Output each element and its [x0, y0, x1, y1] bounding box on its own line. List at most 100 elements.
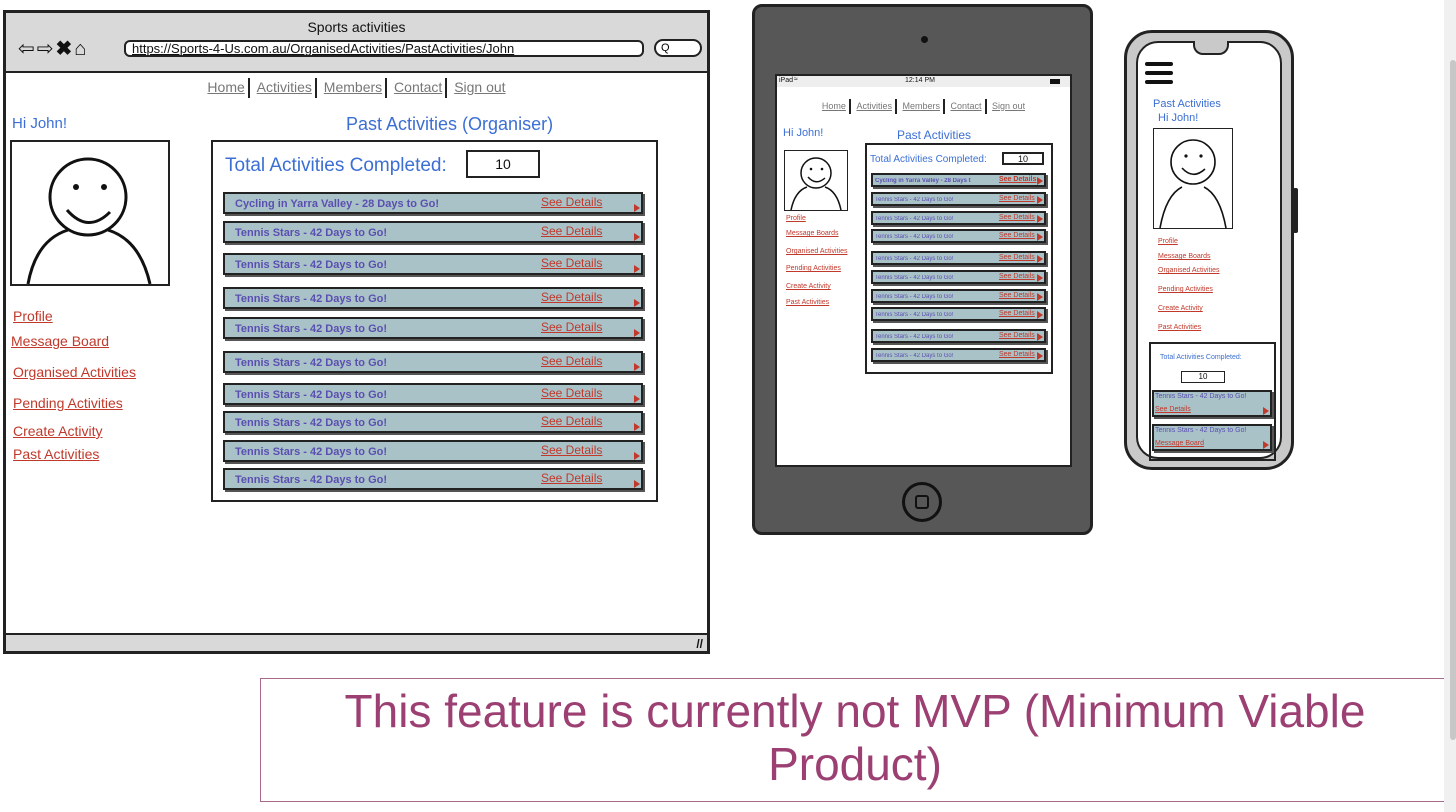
see-details-link[interactable]: See Details	[1155, 406, 1191, 413]
see-details-link[interactable]: See Details	[999, 310, 1035, 317]
list-item[interactable]: Tennis Stars - 42 Days to Go! See Details	[223, 383, 643, 405]
list-item[interactable]: Tennis Stars - 42 Days to Go! Message Boa…	[1152, 424, 1272, 451]
desktop-browser-mockup: Sports activities ⇦⇨✖⌂ https://Sports-4-…	[3, 10, 710, 654]
arrow-icon	[1037, 293, 1043, 301]
phone-notch	[1193, 41, 1229, 55]
nav-home[interactable]: Home	[822, 101, 846, 111]
list-item[interactable]: Tennis Stars - 42 Days to Go! See Details	[223, 221, 643, 243]
list-item[interactable]: Tennis Stars - 42 Days to Go! See Details	[871, 251, 1046, 265]
home-button-icon[interactable]	[902, 482, 942, 522]
activity-name: Tennis Stars - 42 Days to Go!	[875, 197, 954, 203]
nav-activities[interactable]: Activities	[257, 79, 312, 95]
list-item[interactable]: Tennis Stars - 42 Days to Go! See Details	[871, 329, 1046, 343]
forward-arrow-icon[interactable]: ⇨	[37, 38, 56, 60]
message-board-link[interactable]: Message Board	[1155, 440, 1204, 447]
sidebar-item-create-activity[interactable]: Create Activity	[13, 423, 102, 439]
see-details-link[interactable]: See Details	[999, 214, 1035, 221]
activity-name: Tennis Stars - 42 Days to Go!	[235, 323, 388, 335]
sidebar-item-past-activities[interactable]: Past Activities	[1158, 324, 1201, 331]
total-activities-label: Total Activities Completed:	[225, 155, 447, 176]
nav-members[interactable]: Members	[324, 79, 382, 95]
list-item[interactable]: Tennis Stars - 42 Days to Go! See Details	[223, 317, 643, 339]
sidebar-item-profile[interactable]: Profile	[13, 308, 53, 324]
see-details-link[interactable]: See Details	[999, 332, 1035, 339]
sidebar-item-pending-activities[interactable]: Pending Activities	[13, 395, 123, 411]
list-item[interactable]: Tennis Stars - 42 Days to Go! See Details	[223, 351, 643, 373]
nav-home[interactable]: Home	[207, 79, 244, 95]
list-item[interactable]: Tennis Stars - 42 Days to Go! See Details	[223, 253, 643, 275]
list-item[interactable]: Tennis Stars - 42 Days to Go! See Details	[223, 411, 643, 433]
sidebar-item-message-boards[interactable]: Message Boards	[1158, 253, 1211, 260]
sidebar-item-past-activities[interactable]: Past Activities	[786, 299, 829, 306]
home-icon[interactable]: ⌂	[74, 38, 88, 60]
nav-activities[interactable]: Activities	[856, 101, 892, 111]
list-item[interactable]: Tennis Stars - 42 Days to Go! See Details	[871, 270, 1046, 284]
arrow-icon	[1263, 407, 1269, 415]
hamburger-menu-icon[interactable]	[1145, 62, 1173, 89]
see-details-link[interactable]: See Details	[999, 195, 1035, 202]
total-activities-count: 10	[466, 150, 540, 178]
see-details-link[interactable]: See Details	[999, 292, 1035, 299]
see-details-link[interactable]: See Details	[541, 414, 602, 428]
search-icon[interactable]: Q	[654, 39, 702, 57]
see-details-link[interactable]: See Details	[999, 176, 1036, 183]
browser-status-bar: //	[6, 633, 707, 651]
sidebar-item-message-board[interactable]: Message Board	[11, 333, 109, 349]
nav-contact[interactable]: Contact	[951, 101, 982, 111]
see-details-link[interactable]: See Details	[541, 320, 602, 334]
see-details-link[interactable]: See Details	[999, 254, 1035, 261]
list-item[interactable]: Tennis Stars - 42 Days to Go! See Details	[871, 348, 1046, 362]
see-details-link[interactable]: See Details	[541, 256, 602, 270]
nav-sign-out[interactable]: Sign out	[454, 79, 505, 95]
see-details-link[interactable]: See Details	[541, 195, 602, 209]
arrow-icon	[634, 452, 640, 460]
arrow-icon	[1037, 215, 1043, 223]
list-item[interactable]: Tennis Stars - 42 Days to Go! See Details	[871, 307, 1046, 321]
sidebar-item-profile[interactable]: Profile	[786, 215, 806, 222]
nav-sign-out[interactable]: Sign out	[992, 101, 1025, 111]
list-item[interactable]: Tennis Stars - 42 Days to Go! See Details	[871, 211, 1046, 225]
list-item[interactable]: Tennis Stars - 42 Days to Go! See Details	[871, 229, 1046, 243]
see-details-link[interactable]: See Details	[541, 443, 602, 457]
see-details-link[interactable]: See Details	[541, 290, 602, 304]
sidebar-item-create-activity[interactable]: Create Activity	[786, 283, 831, 290]
back-arrow-icon[interactable]: ⇦	[18, 38, 37, 60]
see-details-link[interactable]: See Details	[541, 224, 602, 238]
list-item[interactable]: Tennis Stars - 42 Days to Go! See Details	[871, 289, 1046, 303]
arrow-icon	[1037, 311, 1043, 319]
sidebar-item-message-boards[interactable]: Message Boards	[786, 230, 839, 237]
nav-contact[interactable]: Contact	[394, 79, 442, 95]
activity-name: Tennis Stars - 42 Days to Go!	[235, 389, 388, 401]
list-item[interactable]: Tennis Stars - 42 Days to Go! See Details	[223, 440, 643, 462]
see-details-link[interactable]: See Details	[541, 386, 602, 400]
close-icon[interactable]: ✖	[56, 38, 75, 60]
sidebar-item-pending-activities[interactable]: Pending Activities	[786, 265, 841, 272]
sidebar-item-pending-activities[interactable]: Pending Activities	[1158, 286, 1213, 293]
nav-members[interactable]: Members	[902, 101, 940, 111]
list-item[interactable]: Tennis Stars - 42 Days to Go! See Details	[871, 192, 1046, 206]
url-bar[interactable]: https://Sports-4-Us.com.au/OrganisedActi…	[124, 40, 644, 57]
phone-side-button	[1293, 188, 1298, 233]
sidebar-item-organised-activities[interactable]: Organised Activities	[1158, 267, 1219, 274]
arrow-icon	[634, 204, 640, 212]
scrollbar-thumb[interactable]	[1450, 60, 1456, 740]
see-details-link[interactable]: See Details	[999, 351, 1035, 358]
list-item[interactable]: Tennis Stars - 42 Days to Go! See Details	[1152, 390, 1272, 417]
browser-nav-icons: ⇦⇨✖⌂	[18, 36, 88, 61]
list-item[interactable]: Tennis Stars - 42 Days to Go! See Details	[223, 468, 643, 490]
list-item[interactable]: Cycling in Yarra Valley - 28 Days t See D…	[871, 173, 1046, 187]
sidebar-item-create-activity[interactable]: Create Activity	[1158, 305, 1203, 312]
total-activities-count: 10	[1002, 152, 1044, 165]
resize-grip-icon[interactable]: //	[696, 637, 703, 651]
see-details-link[interactable]: See Details	[541, 471, 602, 485]
sidebar-item-organised-activities[interactable]: Organised Activities	[786, 248, 847, 255]
see-details-link[interactable]: See Details	[999, 273, 1035, 280]
sidebar-item-profile[interactable]: Profile	[1158, 238, 1178, 245]
list-item[interactable]: Cycling in Yarra Valley - 28 Days to Go!…	[223, 192, 643, 214]
activity-name: Cycling in Yarra Valley - 28 Days to Go!	[235, 198, 439, 210]
list-item[interactable]: Tennis Stars - 42 Days to Go! See Details	[223, 287, 643, 309]
see-details-link[interactable]: See Details	[999, 232, 1035, 239]
sidebar-item-organised-activities[interactable]: Organised Activities	[13, 364, 136, 380]
see-details-link[interactable]: See Details	[541, 354, 602, 368]
sidebar-item-past-activities[interactable]: Past Activities	[13, 446, 99, 462]
